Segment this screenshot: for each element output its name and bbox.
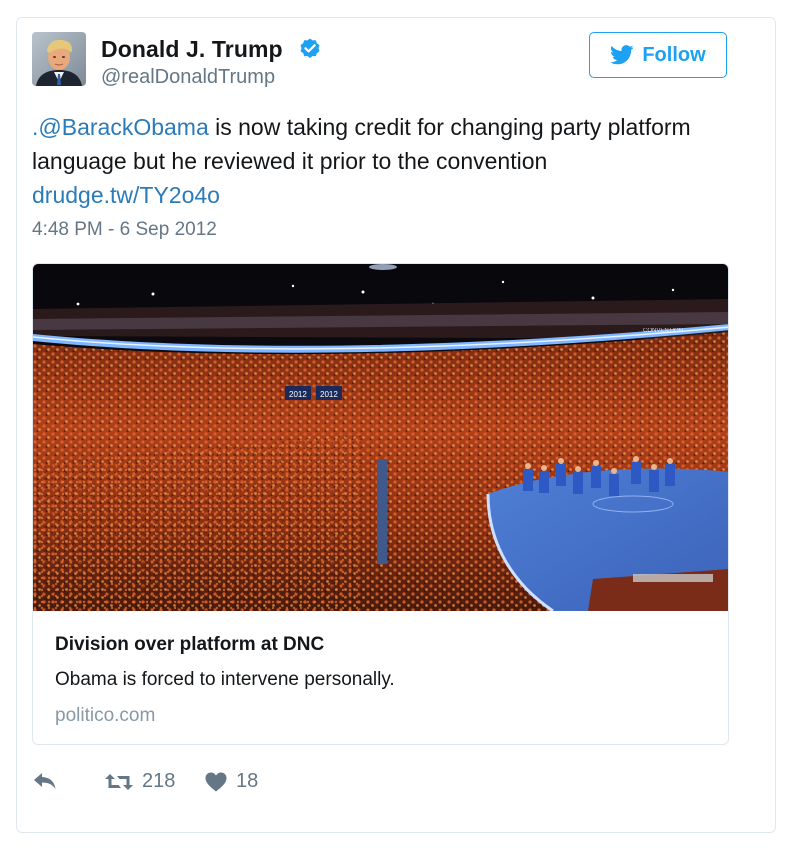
tweet-url-link[interactable]: drudge.tw/TY2o4o — [32, 182, 220, 208]
link-card-description: Obama is forced to intervene personally. — [55, 669, 395, 690]
photo-sign-2: 2012 — [320, 390, 338, 399]
retweet-icon — [105, 773, 133, 790]
photo-sign-1: 2012 — [289, 390, 307, 399]
retweet-count: 218 — [142, 770, 176, 792]
reply-arrow-icon — [34, 773, 56, 789]
retweet-button[interactable]: 218 — [104, 770, 175, 793]
verified-badge-icon — [300, 38, 320, 58]
like-count: 18 — [236, 770, 259, 792]
follow-button[interactable]: Follow — [589, 32, 727, 78]
like-button[interactable]: 18 — [204, 770, 258, 793]
avatar[interactable] — [32, 32, 86, 86]
link-card-domain: politico.com — [55, 705, 156, 726]
reply-button[interactable] — [32, 770, 58, 792]
heart-icon — [205, 772, 227, 791]
mention-link[interactable]: .@BarackObama — [32, 114, 209, 140]
link-card[interactable]: 2012 2012 CONVENTION Division over platf… — [32, 263, 729, 745]
photo-banner: CONVENTION — [643, 328, 683, 334]
author-handle[interactable]: @realDonaldTrump — [101, 66, 275, 89]
author-name[interactable]: Donald J. Trump — [101, 36, 283, 63]
tweet-text: .@BarackObama is now taking credit for c… — [32, 110, 732, 212]
card-image: 2012 2012 CONVENTION — [33, 264, 728, 611]
timestamp[interactable]: 4:48 PM - 6 Sep 2012 — [32, 219, 217, 241]
link-card-title: Division over platform at DNC — [55, 634, 325, 655]
twitter-bird-icon — [610, 45, 634, 65]
follow-label: Follow — [642, 43, 706, 66]
